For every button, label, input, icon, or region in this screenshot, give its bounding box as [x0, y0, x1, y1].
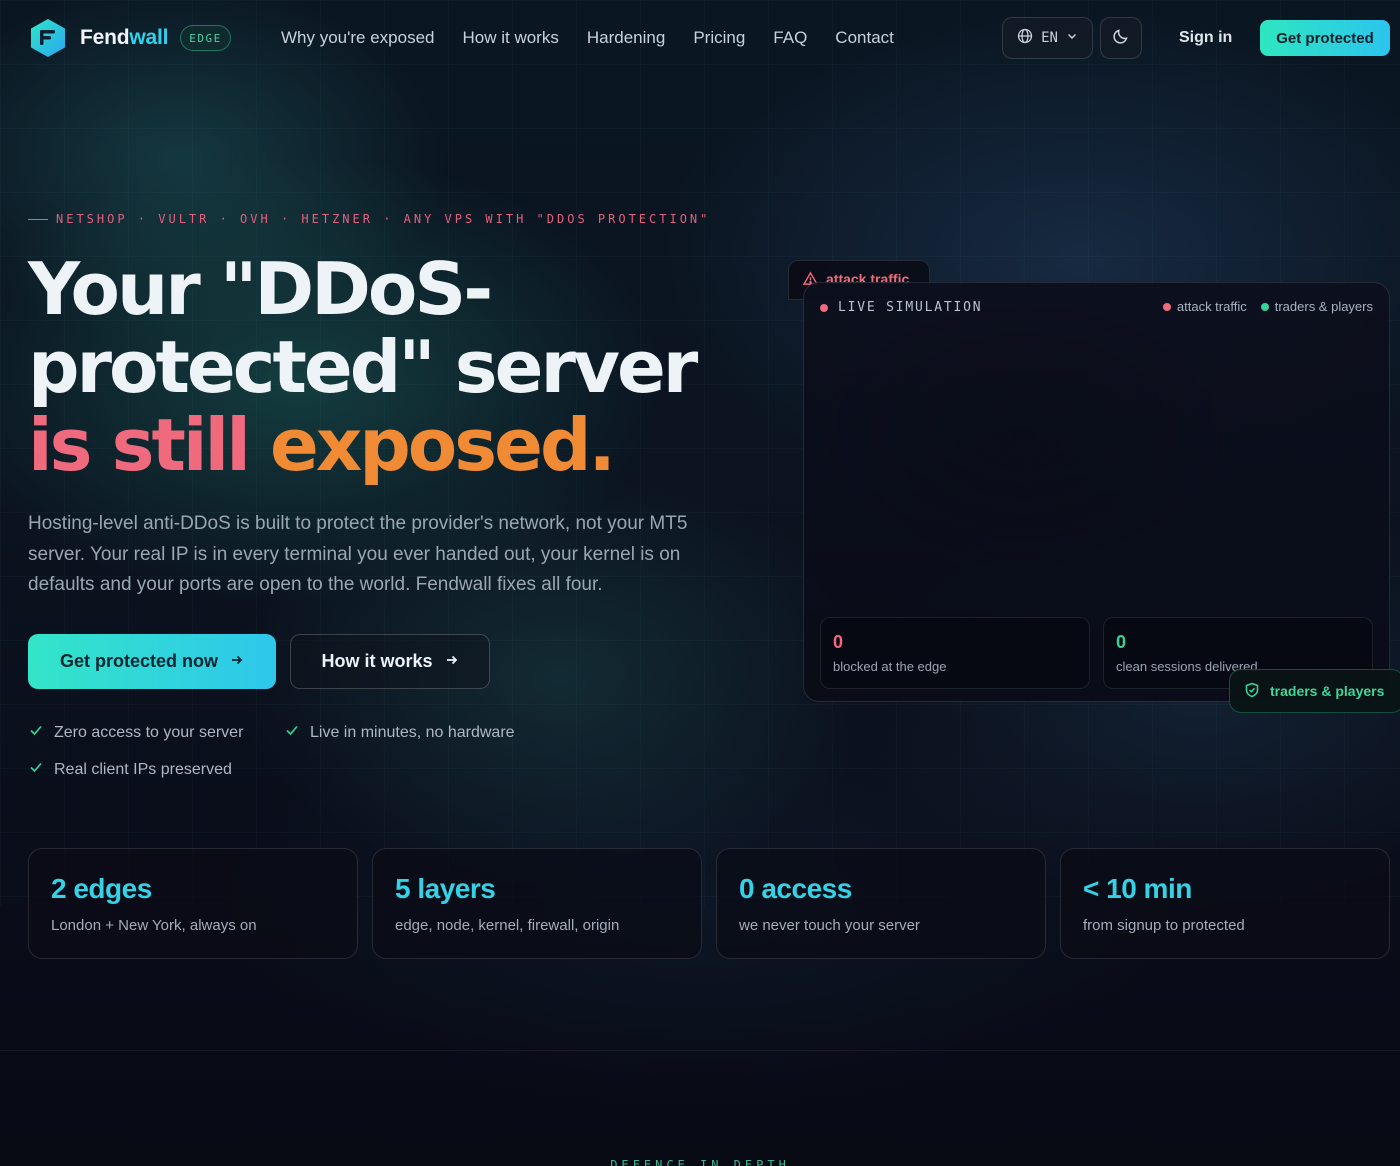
legend-dot: [1260, 302, 1269, 311]
legend-label: traders & players: [1274, 299, 1373, 314]
theme-toggle-button[interactable]: [1100, 17, 1142, 59]
stat-card-layers: 5 layers edge, node, kernel, firewall, o…: [372, 848, 702, 959]
nav-link-hardening[interactable]: Hardening: [587, 28, 665, 48]
legend-label: attack traffic: [1176, 299, 1247, 314]
check-icon: [28, 759, 44, 780]
moon-icon: [1112, 27, 1130, 50]
feature-label: Zero access to your server: [54, 723, 244, 741]
how-it-works-label: How it works: [321, 651, 433, 671]
stat-card-access: 0 access we never touch your server: [716, 848, 1046, 959]
headline-line-3-part-2: exposed.: [269, 403, 616, 487]
stat-label: edge, node, kernel, firewall, origin: [395, 917, 620, 934]
arrow-right-icon: [445, 651, 459, 672]
feature-label: Real client IPs preserved: [54, 760, 232, 778]
feature-zero-access: Zero access to your server: [28, 722, 243, 743]
stat-card-edges: 2 edges London + New York, always on: [28, 848, 358, 959]
legend-attack-traffic: attack traffic: [1162, 299, 1247, 314]
language-selector[interactable]: EN: [1002, 17, 1093, 59]
live-simulation-panel: LIVE SIMULATION attack traffic traders &…: [803, 282, 1390, 702]
stat-value: < 10 min: [1083, 873, 1192, 904]
nav-links: Why you're exposed How it works Hardenin…: [281, 28, 894, 48]
blocked-count: 0: [833, 632, 844, 652]
get-protected-now-label: Get protected now: [59, 651, 218, 671]
get-protected-nav-button[interactable]: Get protected: [1260, 20, 1390, 56]
headline-line-1: Your "DDoS-: [28, 247, 493, 331]
language-label: EN: [1041, 30, 1058, 46]
shield-check-icon: [1244, 682, 1260, 701]
stat-label: from signup to protected: [1083, 917, 1245, 934]
clean-sessions-count: 0: [1116, 632, 1127, 652]
hero-description: Hosting-level anti-DDoS is built to prot…: [28, 513, 688, 595]
live-indicator-dot: [820, 303, 828, 312]
headline-line-2: protected" server: [28, 325, 698, 409]
section-eyebrow: DEFENCE IN DEPTH: [610, 1158, 790, 1166]
page: Fendwall EDGE Why you're exposed How it …: [0, 0, 1400, 1166]
nav-link-pricing[interactable]: Pricing: [693, 28, 745, 48]
check-icon: [28, 722, 44, 743]
headline-line-3-part-1: is still: [28, 403, 270, 487]
sign-in-link[interactable]: Sign in: [1179, 29, 1232, 47]
traders-players-chip: traders & players: [1229, 669, 1400, 713]
blocked-label: blocked at the edge: [833, 659, 947, 674]
check-icon: [284, 722, 300, 743]
nav-link-how-it-works[interactable]: How it works: [463, 28, 559, 48]
simulation-title: LIVE SIMULATION: [820, 300, 982, 315]
get-protected-now-button[interactable]: Get protected now: [28, 634, 276, 689]
eyebrow-dash: [28, 218, 48, 220]
stat-value: 5 layers: [395, 873, 496, 904]
edge-badge: EDGE: [180, 25, 231, 51]
feature-label: Live in minutes, no hardware: [310, 723, 515, 741]
nav-link-why-exposed[interactable]: Why you're exposed: [281, 28, 435, 48]
feature-live-minutes: Live in minutes, no hardware: [284, 722, 515, 743]
stat-label: we never touch your server: [739, 917, 920, 934]
blocked-counter: 0 blocked at the edge: [820, 617, 1090, 689]
nav-link-contact[interactable]: Contact: [835, 28, 894, 48]
brand-name-part2: wall: [129, 26, 169, 49]
chevron-down-icon: [1066, 30, 1078, 46]
legend-dot: [1162, 302, 1171, 311]
feature-real-ips: Real client IPs preserved: [28, 759, 232, 780]
headline-line-3: is still exposed.: [28, 406, 788, 484]
hero-eyebrow-text: NETSHOP · VULTR · OVH · HETZNER · ANY VP…: [56, 212, 711, 226]
nav-link-faq[interactable]: FAQ: [773, 28, 807, 48]
legend-traders-players: traders & players: [1260, 299, 1373, 314]
hero-eyebrow: NETSHOP · VULTR · OVH · HETZNER · ANY VP…: [28, 212, 710, 226]
traders-players-chip-label: traders & players: [1270, 683, 1385, 699]
stat-card-setup-time: < 10 min from signup to protected: [1060, 848, 1390, 959]
stat-value: 2 edges: [51, 873, 152, 904]
how-it-works-button[interactable]: How it works: [290, 634, 490, 689]
globe-icon: [1017, 28, 1033, 48]
simulation-title-text: LIVE SIMULATION: [838, 300, 983, 315]
simulation-legend: attack traffic traders & players: [1162, 299, 1373, 314]
logo-icon[interactable]: [28, 18, 68, 58]
section-divider: [0, 1050, 1400, 1051]
hero-headline: Your "DDoS- protected" server is still e…: [28, 250, 788, 484]
top-nav: Fendwall EDGE Why you're exposed How it …: [0, 0, 1400, 76]
brand-name-part1: Fend: [80, 26, 130, 49]
brand-name[interactable]: Fendwall: [80, 26, 168, 50]
arrow-right-icon: [230, 651, 244, 672]
stat-value: 0 access: [739, 873, 852, 904]
stat-label: London + New York, always on: [51, 917, 257, 934]
